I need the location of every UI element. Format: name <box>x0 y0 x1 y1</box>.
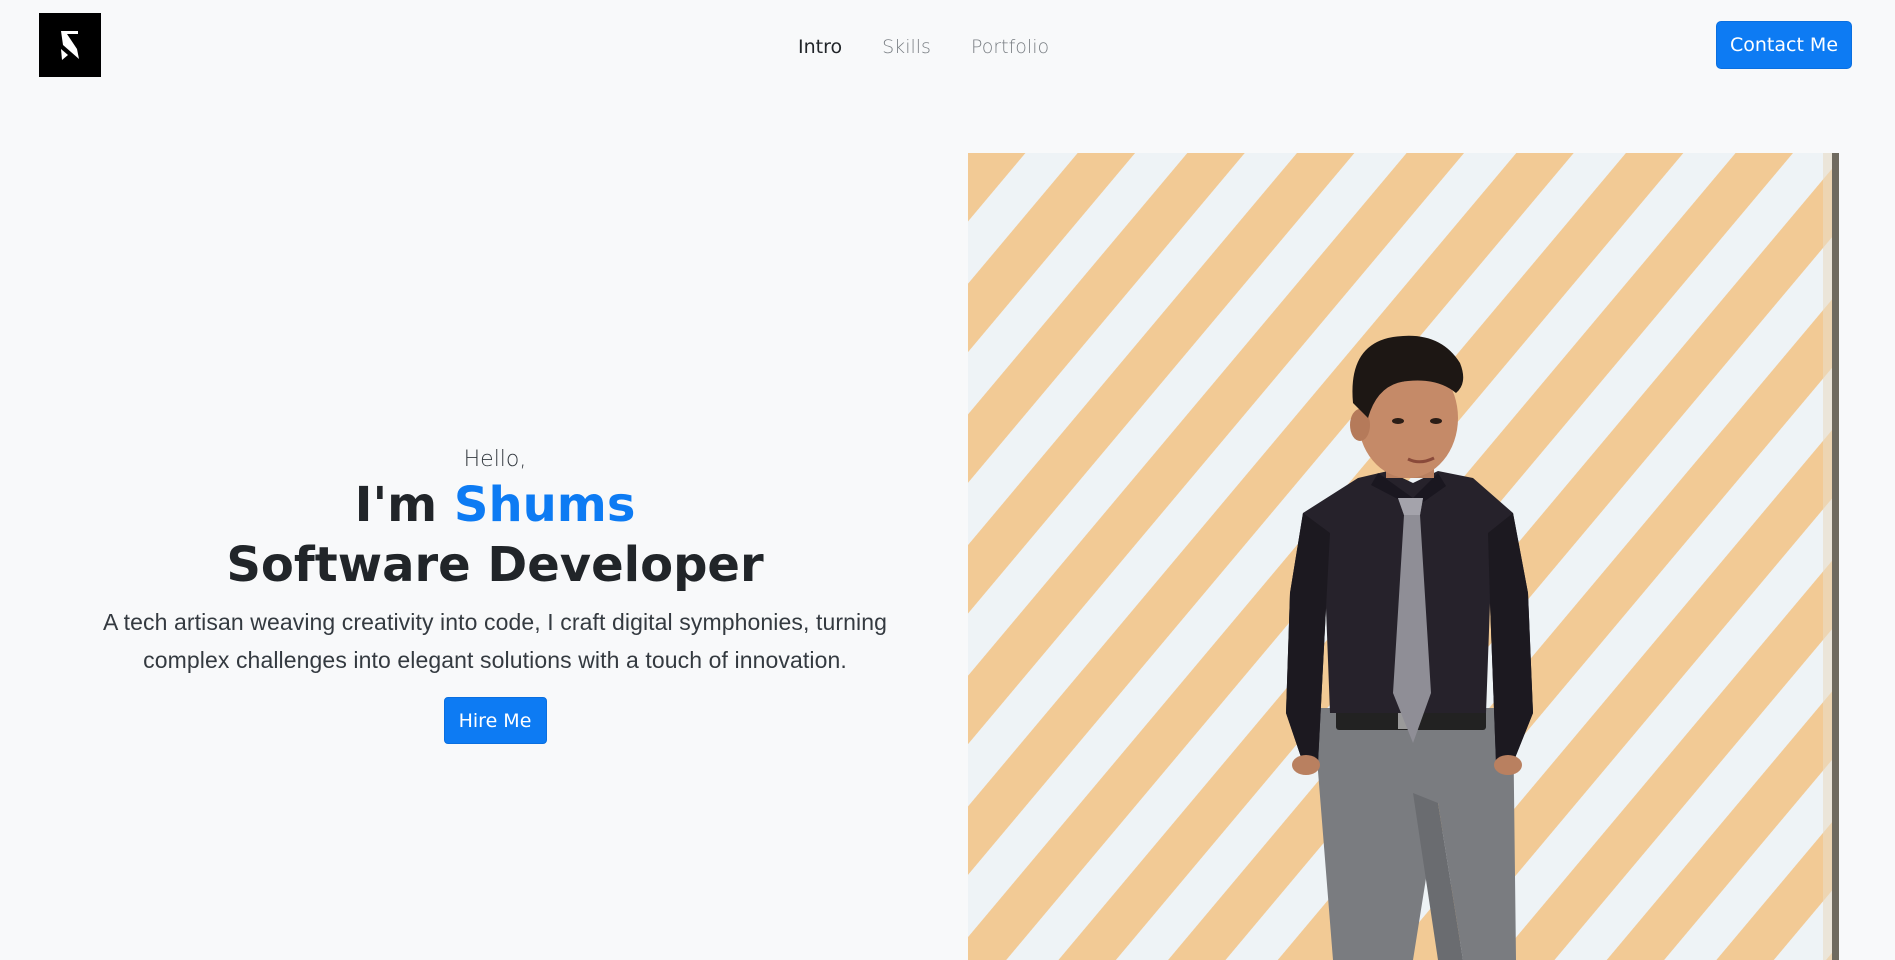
hero-greeting: Hello, <box>463 447 527 472</box>
nav-link-skills[interactable]: Skills <box>862 30 951 64</box>
page: Intro Skills Portfolio Contact Me Hello,… <box>0 0 1895 960</box>
hero-description: A tech artisan weaving creativity into c… <box>102 609 887 673</box>
portrait-image <box>968 153 1839 960</box>
hero-section: Hello, I'm Shums Software Developer A te… <box>64 445 926 744</box>
hero-intro-prefix: I'm <box>354 477 454 533</box>
hire-me-button[interactable]: Hire Me <box>443 697 547 744</box>
hero-name: Shums <box>453 477 636 533</box>
hero-title: I'm Shums <box>64 475 926 535</box>
nav-link-intro[interactable]: Intro <box>778 30 862 64</box>
contact-me-button[interactable]: Contact Me <box>1716 21 1852 69</box>
hero-role: Software Developer <box>226 537 764 593</box>
nav-link-portfolio[interactable]: Portfolio <box>951 30 1069 64</box>
brand-logo[interactable] <box>39 13 101 77</box>
brand-logo-icon <box>61 31 79 60</box>
navbar: Intro Skills Portfolio Contact Me <box>0 0 1895 92</box>
nav-links: Intro Skills Portfolio <box>778 28 1069 66</box>
